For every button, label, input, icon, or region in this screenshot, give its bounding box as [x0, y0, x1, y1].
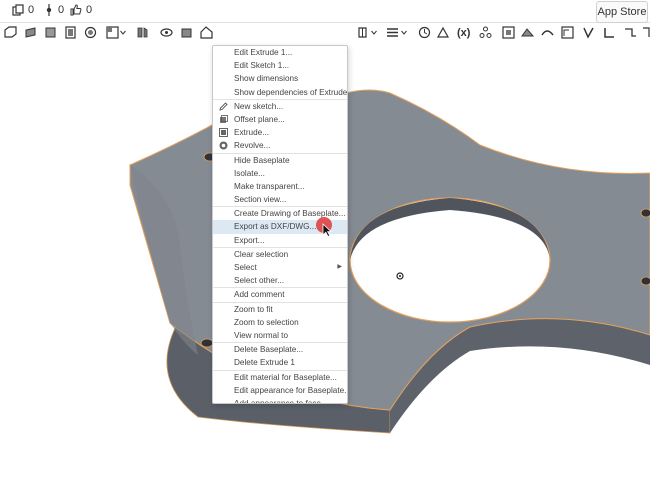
menu-item-select[interactable]: Select ▶ — [213, 261, 347, 274]
menu-item-label: Select — [234, 263, 257, 272]
extrude-icon — [219, 128, 228, 138]
menu-item-edit-material-for-baseplate[interactable]: Edit material for Baseplate... — [213, 371, 347, 384]
menu-item-label: Isolate... — [234, 168, 265, 178]
likes-counter[interactable]: 0 — [70, 4, 92, 16]
chamfer-tool-icon[interactable] — [136, 26, 150, 40]
menu-item-clear-selection[interactable]: Clear selection — [213, 248, 347, 261]
menu-item-label: Zoom to selection — [234, 317, 299, 327]
menu-item-label: Export as DXF/DWG... — [234, 222, 317, 232]
chevron-down-icon[interactable] — [120, 26, 126, 40]
menu-item-label: Section view... — [234, 195, 287, 205]
menu-item-new-sketch[interactable]: New sketch... — [213, 100, 347, 113]
menu-item-make-transparent[interactable]: Make transparent... — [213, 180, 347, 193]
menu-item-label: Zoom to fit — [234, 304, 273, 314]
menu-item-zoom-to-selection[interactable]: Zoom to selection — [213, 316, 347, 329]
menu-item-edit-sketch-1[interactable]: Edit Sketch 1... — [213, 59, 347, 72]
menu-item-label: Hide Baseplate — [234, 155, 290, 165]
menu-item-add-appearance-to-face[interactable]: Add appearance to face... — [213, 397, 347, 404]
menu-item-offset-plane[interactable]: Offset plane... — [213, 113, 347, 126]
chevron-down-icon[interactable] — [371, 26, 377, 40]
menu-item-label: Add appearance to face... — [234, 398, 328, 404]
menu-item-label: Clear selection — [234, 249, 289, 259]
menu-item-label: Offset plane... — [234, 114, 285, 124]
revolve-tool-icon[interactable] — [44, 26, 58, 40]
thumbs-up-icon — [70, 4, 82, 16]
bolt-hole — [640, 208, 650, 218]
documents-count: 0 — [28, 4, 35, 16]
corner-icon[interactable] — [603, 26, 617, 40]
menu-item-label: Select other... — [234, 276, 285, 286]
menu-item-label: Make transparent... — [234, 181, 305, 191]
menu-item-zoom-to-fit[interactable]: Zoom to fit — [213, 303, 347, 316]
extrude-tool-icon[interactable] — [24, 26, 38, 40]
shell-tool-icon[interactable] — [160, 26, 174, 40]
menu-item-isolate[interactable]: Isolate... — [213, 167, 347, 180]
branch-count: 0 — [58, 4, 65, 16]
menu-item-label: Edit Extrude 1... — [234, 48, 293, 57]
menu-item-view-normal-to[interactable]: View normal to — [213, 329, 347, 342]
menu-item-label: Revolve... — [234, 141, 271, 151]
menu-item-label: Add comment — [234, 290, 285, 300]
draft-tool-icon[interactable] — [180, 26, 194, 40]
menu-item-show-dependencies-of-extrude-1[interactable]: Show dependencies of Extrude 1... — [213, 86, 347, 99]
pencil-icon — [219, 102, 228, 111]
top-bar: 0 0 0 App Store — [0, 0, 650, 23]
tab-tool-icon[interactable] — [561, 26, 575, 40]
menu-item-label: Delete Extrude 1 — [234, 358, 295, 368]
chevron-down-icon[interactable] — [401, 26, 407, 40]
sweep-tool-icon[interactable] — [64, 26, 78, 40]
documents-icon — [12, 4, 24, 16]
menu-item-add-comment[interactable]: Add comment — [213, 288, 347, 301]
hem-icon[interactable] — [541, 26, 555, 40]
menu-item-label: New sketch... — [234, 101, 284, 111]
menu-item-label: Edit material for Baseplate... — [234, 372, 337, 382]
split-tool-icon[interactable] — [356, 26, 370, 40]
app-store-button[interactable]: App Store — [596, 1, 648, 23]
revolve-icon — [219, 141, 228, 150]
documents-counter[interactable]: 0 — [12, 4, 34, 16]
sheet-metal-icon[interactable] — [502, 26, 516, 40]
assembly-tool-icon[interactable] — [479, 26, 493, 40]
branch-counter[interactable]: 0 — [44, 4, 64, 16]
menu-item-label: Export... — [234, 235, 265, 245]
menu-item-show-dimensions[interactable]: Show dimensions — [213, 72, 347, 85]
menu-item-label: Edit appearance for Baseplate... — [234, 385, 348, 395]
measure-tool-icon[interactable] — [437, 26, 451, 40]
menu-item-label: Create Drawing of Baseplate... — [234, 209, 346, 219]
more-tools-icon[interactable] — [642, 26, 650, 40]
mouse-cursor-icon — [322, 223, 332, 237]
fillet-tool-icon[interactable] — [106, 26, 120, 40]
menu-item-label: Edit Sketch 1... — [234, 61, 290, 71]
bend-relief-icon[interactable] — [582, 26, 596, 40]
menu-item-label: View normal to — [234, 330, 289, 340]
flange-icon[interactable] — [521, 26, 535, 40]
menu-item-delete-extrude-1[interactable]: Delete Extrude 1 — [213, 356, 347, 369]
rib-tool-icon[interactable] — [200, 26, 214, 40]
menu-item-delete-baseplate[interactable]: Delete Baseplate... — [213, 343, 347, 356]
menu-item-label: Show dependencies of Extrude 1... — [234, 87, 348, 97]
menu-item-revolve[interactable]: Revolve... — [213, 139, 347, 152]
menu-item-extrude[interactable]: Extrude... — [213, 126, 347, 139]
menu-item-select-other[interactable]: Select other... — [213, 274, 347, 287]
menu-item-hide-baseplate[interactable]: Hide Baseplate — [213, 154, 347, 167]
menu-item-label: Show dimensions — [234, 74, 299, 84]
clock-tool-icon[interactable] — [418, 26, 432, 40]
menu-item-label: Extrude... — [234, 128, 270, 138]
graphics-viewport[interactable]: Edit Extrude 1... Edit Sketch 1... Show di… — [0, 45, 650, 480]
menu-item-edit-appearance-for-baseplate[interactable]: Edit appearance for Baseplate... — [213, 384, 347, 397]
branch-icon — [44, 4, 54, 16]
feature-toolbar: (x) — [0, 23, 650, 45]
likes-count: 0 — [86, 4, 93, 16]
menu-item-edit-extrude-1[interactable]: Edit Extrude 1... — [213, 46, 347, 59]
pattern-tool-icon[interactable] — [386, 26, 400, 40]
menu-item-label: Delete Baseplate... — [234, 345, 304, 355]
plane-icon — [219, 115, 228, 124]
sketch-tool-icon[interactable] — [4, 26, 18, 40]
submenu-arrow-icon: ▶ — [337, 264, 342, 270]
menu-item-section-view[interactable]: Section view... — [213, 193, 347, 206]
variable-button[interactable]: (x) — [457, 27, 470, 39]
loft-tool-icon[interactable] — [84, 26, 98, 40]
route-tool-icon[interactable] — [624, 26, 638, 40]
bolt-hole — [640, 276, 650, 286]
